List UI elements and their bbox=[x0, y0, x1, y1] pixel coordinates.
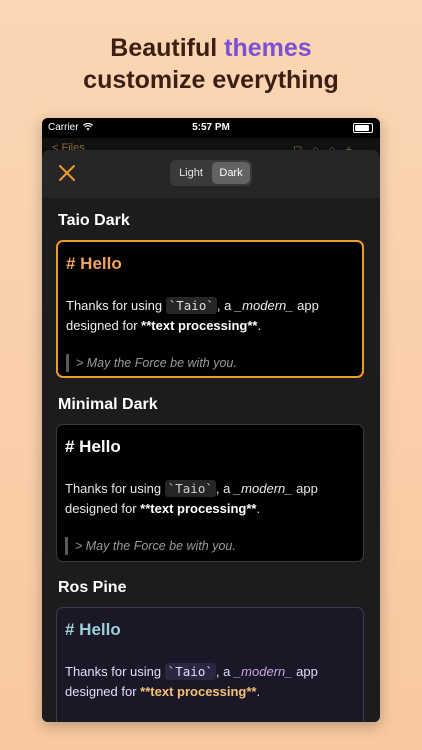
preview-body: Thanks for using `Taio`, a _modern_ app … bbox=[65, 663, 318, 699]
preview-body: Thanks for using `Taio`, a _modern_ app … bbox=[65, 480, 318, 516]
preview-code: `Taio` bbox=[165, 297, 217, 314]
segment-light[interactable]: Light bbox=[172, 162, 210, 184]
promo-headline: Beautiful themes customize everything bbox=[0, 32, 422, 96]
preview-body: Thanks for using `Taio`, a _modern_ app … bbox=[66, 297, 319, 333]
preview-quote: > May the Force be with you. bbox=[66, 354, 237, 372]
theme-name-minimal-dark: Minimal Dark bbox=[58, 396, 158, 413]
theme-card-minimal-dark[interactable]: # Hello Thanks for using `Taio`, a _mode… bbox=[56, 424, 364, 562]
status-bar: Carrier 5:57 PM bbox=[42, 118, 380, 138]
preview-heading: # Hello bbox=[65, 437, 121, 456]
phone-screen: Carrier 5:57 PM < Files ◻○○+ Light Dark … bbox=[42, 118, 380, 722]
preview-bold: **text processing** bbox=[141, 318, 258, 333]
preview-italic: _modern_ bbox=[234, 298, 294, 313]
battery-icon bbox=[353, 123, 373, 133]
segment-dark[interactable]: Dark bbox=[212, 162, 250, 184]
preview-bold: **text processing** bbox=[140, 684, 257, 699]
sheet-header: Light Dark bbox=[42, 150, 380, 198]
preview-bold: **text processing** bbox=[140, 501, 257, 516]
theme-name-taio-dark: Taio Dark bbox=[58, 212, 130, 229]
headline-line-1: Beautiful themes bbox=[110, 34, 312, 62]
theme-card-ros-pine[interactable]: # Hello Thanks for using `Taio`, a _mode… bbox=[56, 607, 364, 722]
close-icon[interactable] bbox=[56, 162, 78, 184]
preview-italic: _modern_ bbox=[233, 481, 293, 496]
preview-code: `Taio` bbox=[164, 663, 216, 680]
preview-quote: > May the Force be with you. bbox=[65, 537, 236, 555]
status-time: 5:57 PM bbox=[192, 122, 230, 133]
theme-name-ros-pine: Ros Pine bbox=[58, 579, 127, 596]
preview-italic: _modern_ bbox=[233, 664, 293, 679]
theme-card-taio-dark[interactable]: # Hello Thanks for using `Taio`, a _mode… bbox=[56, 240, 364, 378]
headline-accent: themes bbox=[224, 34, 312, 62]
preview-code: `Taio` bbox=[164, 480, 216, 497]
preview-heading: # Hello bbox=[66, 254, 122, 273]
appearance-segmented-control: Light Dark bbox=[170, 160, 252, 186]
preview-heading: # Hello bbox=[65, 620, 121, 639]
headline-line-2: customize everything bbox=[83, 66, 339, 94]
